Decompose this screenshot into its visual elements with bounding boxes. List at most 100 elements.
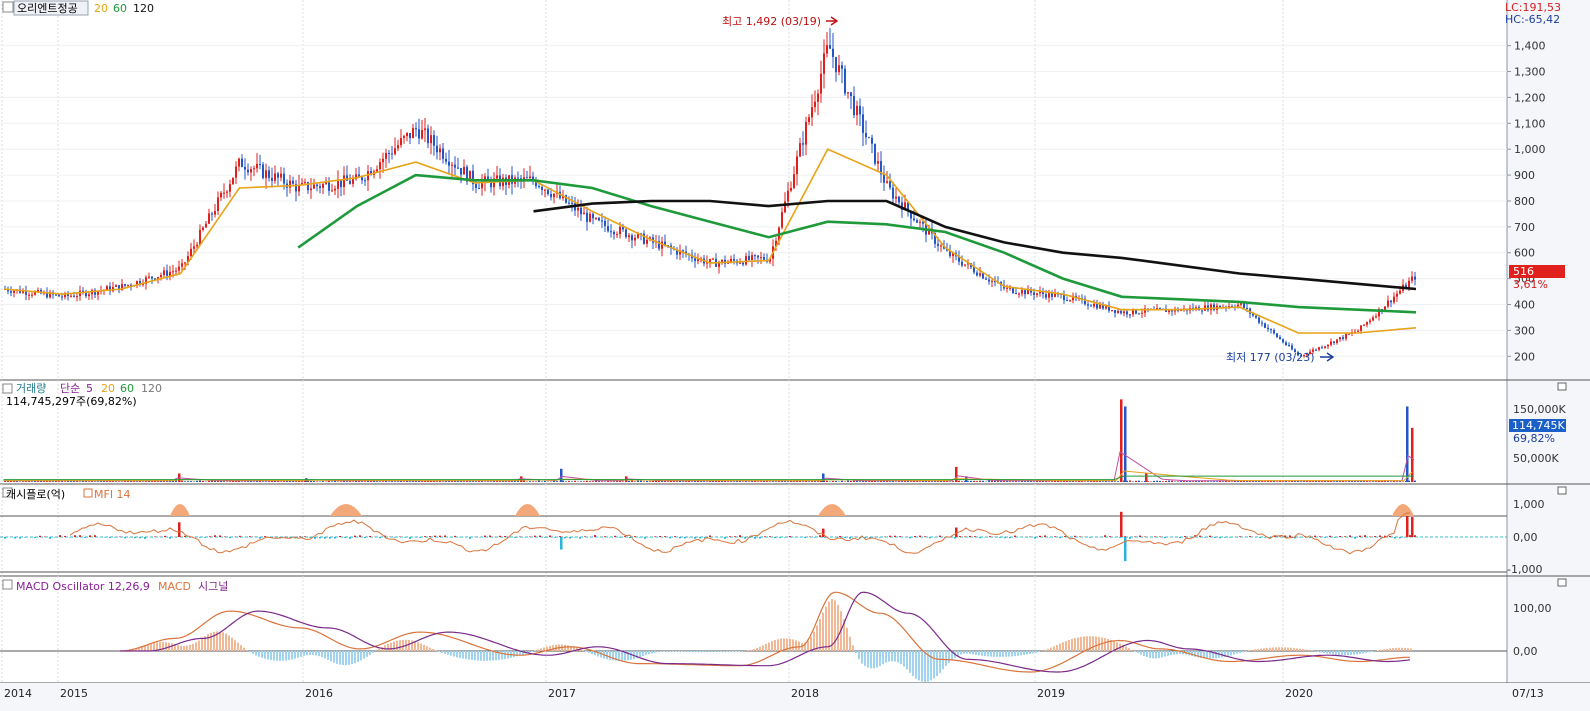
macd-toggle-icon[interactable] bbox=[2, 579, 13, 590]
price-tick-label: 1,000 bbox=[1514, 143, 1546, 156]
candle-body bbox=[397, 145, 399, 149]
cashflow-bar bbox=[334, 537, 336, 539]
stock-chart: 오리엔트정공 20 60 120 최고 1,492 (03/19) 최저 177… bbox=[0, 0, 1590, 711]
volume-bar bbox=[199, 480, 201, 482]
candle-body bbox=[859, 105, 861, 115]
macd-oscillator-bar bbox=[690, 651, 692, 652]
candle-body bbox=[1285, 342, 1287, 345]
x-axis-label: 2020 bbox=[1285, 687, 1313, 700]
cashflow-bar bbox=[774, 537, 776, 539]
candle-body bbox=[1372, 317, 1374, 321]
macd-oscillator-bar bbox=[1272, 647, 1274, 651]
cashflow-spike-bar bbox=[560, 537, 563, 550]
volume-bar bbox=[403, 481, 405, 482]
macd-oscillator-bar bbox=[1125, 646, 1127, 651]
candle-body bbox=[1093, 303, 1095, 307]
macd-collapse-icon[interactable] bbox=[1557, 578, 1567, 587]
candle-body bbox=[1012, 287, 1014, 294]
volume-tick-150000k: 150,000K bbox=[1513, 403, 1566, 416]
macd-oscillator-bar bbox=[309, 651, 311, 656]
candle-body bbox=[1159, 308, 1161, 310]
macd-oscillator-bar bbox=[1053, 646, 1055, 651]
candle-body bbox=[313, 184, 315, 189]
volume-tick-50000k: 50,000K bbox=[1513, 452, 1559, 465]
candle-body bbox=[385, 153, 387, 159]
cashflow-bar bbox=[369, 536, 371, 537]
volume-bar bbox=[364, 481, 366, 482]
macd-oscillator-bar bbox=[1332, 651, 1334, 655]
volume-bar bbox=[760, 481, 762, 482]
macd-oscillator-bar bbox=[537, 649, 539, 651]
cashflow-bar bbox=[534, 535, 536, 537]
volume-bar bbox=[826, 480, 828, 482]
macd-oscillator-bar bbox=[957, 651, 959, 656]
macd-oscillator-bar bbox=[1044, 649, 1046, 651]
candle-body bbox=[1246, 307, 1248, 309]
macd-oscillator-bar bbox=[1407, 648, 1409, 651]
macd-oscillator-bar bbox=[939, 651, 941, 673]
macd-oscillator-bar bbox=[1158, 651, 1160, 659]
cashflow-bar bbox=[814, 537, 816, 538]
cashflow-bar bbox=[789, 535, 791, 537]
macd-oscillator-bar bbox=[429, 647, 431, 651]
macd-oscillator-bar bbox=[654, 651, 656, 653]
candle-body bbox=[1279, 336, 1281, 340]
volume-bar bbox=[1060, 481, 1062, 482]
candle-body bbox=[889, 181, 891, 188]
volume-bar bbox=[1180, 481, 1182, 482]
macd-oscillator-bar bbox=[657, 651, 659, 653]
macd-oscillator-bar bbox=[1362, 651, 1364, 654]
macd-oscillator-bar bbox=[1149, 651, 1151, 658]
candle-body bbox=[1069, 300, 1071, 302]
cashflow-bar bbox=[1349, 535, 1351, 537]
candle-body bbox=[193, 246, 195, 249]
candle-body bbox=[868, 137, 870, 139]
volume-bar bbox=[529, 481, 531, 482]
cashflow-bar bbox=[1004, 537, 1006, 539]
volume-collapse-icon[interactable] bbox=[1557, 382, 1567, 391]
candle-body bbox=[1123, 311, 1125, 314]
cashflow-bar bbox=[399, 536, 401, 537]
candle-body bbox=[1414, 276, 1416, 280]
candle-body bbox=[1324, 346, 1326, 348]
macd-oscillator-bar bbox=[693, 651, 695, 652]
macd-oscillator-bar bbox=[1269, 647, 1271, 651]
volume-toggle-icon[interactable] bbox=[2, 383, 13, 394]
panel-toggle-icon[interactable] bbox=[2, 1, 14, 13]
mfi-toggle-icon[interactable] bbox=[83, 488, 93, 498]
macd-oscillator-bar bbox=[675, 651, 677, 652]
candle-body bbox=[250, 169, 252, 173]
macd-oscillator-bar bbox=[447, 651, 449, 655]
macd-oscillator-bar bbox=[267, 651, 269, 660]
volume-bar bbox=[976, 481, 978, 482]
candle-body bbox=[460, 168, 462, 175]
cashflow-bar bbox=[1134, 536, 1136, 537]
candle-body bbox=[751, 255, 753, 260]
volume-bar bbox=[1153, 480, 1155, 482]
macd-oscillator-bar bbox=[585, 651, 587, 652]
macd-oscillator-bar bbox=[303, 651, 305, 656]
cashflow-bar bbox=[969, 535, 971, 537]
cashflow-bar bbox=[1289, 535, 1291, 537]
cashflow-collapse-icon[interactable] bbox=[1557, 486, 1567, 495]
macd-oscillator-bar bbox=[717, 651, 719, 652]
cashflow-bar bbox=[319, 537, 321, 539]
cashflow-spike-bar bbox=[1406, 516, 1409, 537]
low-annotation: 최저 177 (03/23) bbox=[1226, 351, 1315, 364]
macd-oscillator-bar bbox=[1017, 651, 1019, 656]
volume-bar bbox=[952, 481, 954, 482]
cashflow-bar bbox=[619, 537, 621, 538]
macd-oscillator-bar bbox=[270, 651, 272, 661]
candle-body bbox=[553, 193, 555, 198]
cashflow-bar bbox=[1399, 537, 1401, 539]
candle-body bbox=[202, 227, 204, 230]
candle-body bbox=[526, 177, 528, 179]
macd-oscillator-bar bbox=[705, 651, 707, 652]
cashflow-bar bbox=[549, 535, 551, 537]
volume-bar bbox=[1396, 481, 1398, 482]
macd-oscillator-bar bbox=[975, 651, 977, 655]
candle-body bbox=[826, 45, 828, 54]
candle-body bbox=[106, 286, 108, 290]
macd-oscillator-bar bbox=[963, 651, 965, 654]
macd-oscillator-bar bbox=[708, 651, 710, 652]
